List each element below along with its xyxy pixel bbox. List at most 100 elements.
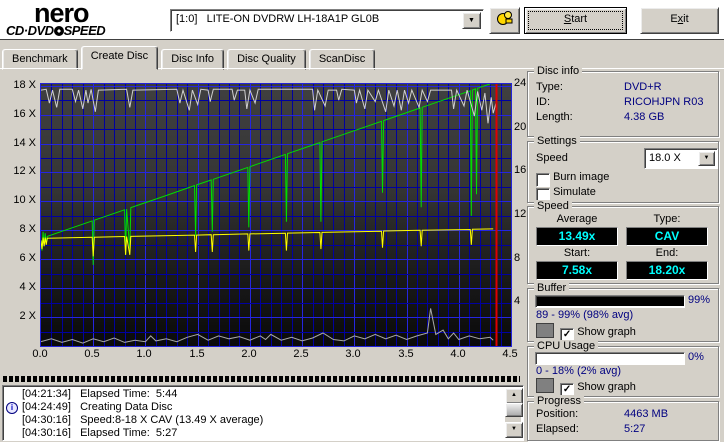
elapsed-label: Elapsed: (536, 423, 579, 435)
cpu-percent: 0% (688, 351, 704, 363)
burn-tool-button[interactable] (489, 7, 520, 34)
log-text: [04:21:34] Elapsed Time: 5:44 (22, 388, 178, 400)
left-axis-tick: 18 X (13, 79, 36, 91)
progress-title: Progress (534, 395, 585, 407)
simulate-label: Simulate (553, 186, 596, 198)
speed-type-display: CAV (626, 227, 708, 246)
buffer-group: Buffer 99% 89 - 99% (98% avg) ✓ Show gra… (527, 282, 719, 342)
type-label: Type: (653, 213, 681, 225)
buffer-range: 89 - 99% (98% avg) (536, 309, 634, 321)
info-icon: i (6, 402, 18, 414)
tab-disc-quality[interactable]: Disc Quality (227, 49, 306, 70)
disc-length-value: 4.38 GB (624, 111, 665, 123)
log-rows: [04:21:34] Elapsed Time: 5:44 i [04:24:49]… (5, 388, 505, 438)
tab-create-disc[interactable]: Create Disc (80, 46, 159, 70)
cpu-color-swatch[interactable] (536, 378, 554, 393)
speed-group: Speed Average Type: 13.49x CAV Start: En… (527, 200, 719, 284)
x-axis-tick: 4.0 (450, 348, 466, 360)
buffer-color-swatch[interactable] (536, 323, 554, 338)
drive-select[interactable]: [1:0] LITE-ON DVDRW LH-18A1P GL0B ▼ (170, 9, 484, 32)
buffer-bar-fill (537, 297, 684, 306)
left-axis-tick: 4 X (19, 281, 36, 293)
start-speed-display: 7.58x (536, 261, 618, 280)
settings-title: Settings (534, 135, 580, 147)
disc-length-label: Length: (536, 111, 573, 123)
x-axis-tick: 4.5 (502, 348, 518, 360)
tab-benchmark[interactable]: Benchmark (2, 49, 78, 70)
progress-group: Progress Position: 4463 MB Elapsed: 5:27 (527, 395, 719, 441)
app-window: nero CD·DVD SPEED [1:0] LITE-ON DVDRW LH-… (0, 0, 724, 441)
x-axis-tick: 0.5 (84, 348, 100, 360)
x-axis-tick: 3.0 (345, 348, 361, 360)
buffer-bar (535, 295, 685, 308)
average-label: Average (556, 213, 598, 225)
cpu-show-graph-label: Show graph (577, 381, 636, 393)
chart-canvas (41, 84, 511, 346)
x-axis-tick: 1.0 (136, 348, 152, 360)
focus-rectangle (528, 11, 623, 30)
position-value: 4463 MB (624, 408, 669, 420)
burn-tool-icon (496, 11, 512, 25)
start-label: Start: (563, 247, 591, 259)
chevron-down-icon[interactable]: ▼ (462, 12, 481, 29)
speed-chart (40, 83, 512, 347)
nero-logo: nero CD·DVD SPEED (6, 0, 136, 37)
speed-select[interactable]: 18.0 X ▼ (644, 148, 718, 169)
disc-id-label: ID: (536, 96, 551, 108)
drive-select-value: [1:0] LITE-ON DVDRW LH-18A1P GL0B (176, 13, 380, 25)
left-axis-tick: 2 X (19, 310, 36, 322)
log-row: [04:30:16] Elapsed Time: 5:27 (5, 427, 505, 438)
position-label: Position: (536, 408, 579, 420)
cpu-bar (535, 352, 685, 365)
scroll-up-icon[interactable]: ▲ (505, 388, 523, 404)
speed-setting-label: Speed (536, 152, 568, 164)
left-axis-tick: 6 X (19, 252, 36, 264)
cpu-range: 0 - 18% (2% avg) (536, 365, 621, 377)
disc-info-title: Disc info (534, 65, 583, 77)
log-row: i [04:24:49] Creating Data Disc (5, 401, 505, 414)
disc-type-value: DVD+R (624, 81, 662, 93)
exit-button[interactable]: Exit (640, 7, 719, 34)
log-text: [04:24:49] Creating Data Disc (22, 401, 173, 413)
x-axis-tick: 2.0 (241, 348, 257, 360)
tab-bar: Benchmark Create Disc Disc Info Disc Qua… (2, 46, 376, 70)
elapsed-value: 5:27 (624, 423, 646, 435)
left-axis-tick: 16 X (13, 108, 36, 120)
end-speed-display: 18.20x (626, 261, 708, 280)
log-row: [04:21:34] Elapsed Time: 5:44 (5, 388, 505, 401)
settings-group: Settings Speed 18.0 X ▼ ✓ Burn image ✓ S… (527, 135, 719, 203)
x-axis-tick: 2.5 (293, 348, 309, 360)
disc-id-value: RICOHJPN R03 (624, 96, 704, 108)
cpu-title: CPU Usage (534, 340, 599, 352)
buffer-title: Buffer (534, 282, 570, 294)
left-axis-tick: 8 X (19, 223, 36, 235)
burn-progress-bar (3, 376, 520, 382)
x-axis-tick: 3.5 (398, 348, 414, 360)
log-text: [04:30:16] Elapsed Time: 5:27 (22, 427, 178, 438)
burn-image-label: Burn image (553, 171, 610, 183)
tab-scandisc[interactable]: ScanDisc (308, 49, 376, 70)
scroll-down-icon[interactable]: ▼ (505, 422, 523, 438)
log-row: [04:30:16] Speed:8-18 X CAV (13.49 X ave… (5, 414, 505, 427)
scrollbar-thumb[interactable] (505, 403, 523, 417)
log-scrollbar[interactable]: ▲ ▼ (505, 388, 523, 438)
x-axis-tick: 0.0 (32, 348, 48, 360)
cpu-group: CPU Usage 0% 0 - 18% (2% avg) ✓ Show gra… (527, 340, 719, 397)
x-axis-tick: 1.5 (189, 348, 205, 360)
log-panel: [04:21:34] Elapsed Time: 5:44 i [04:24:49]… (2, 385, 524, 441)
start-button[interactable]: Start (524, 7, 627, 34)
disc-icon (53, 26, 64, 36)
buffer-show-graph-label: Show graph (577, 326, 636, 338)
disc-type-label: Type: (536, 81, 563, 93)
header-bar: nero CD·DVD SPEED [1:0] LITE-ON DVDRW LH-… (0, 0, 724, 40)
speed-title: Speed (534, 200, 572, 212)
left-axis-tick: 10 X (13, 194, 36, 206)
disc-info-group: Disc info Type: DVD+R ID: RICOHJPN R03 Len… (527, 65, 719, 137)
logo-title: nero (34, 0, 90, 28)
buffer-percent: 99% (688, 294, 711, 306)
chevron-down-icon[interactable]: ▼ (698, 151, 715, 166)
left-axis-tick: 14 X (13, 137, 36, 149)
tab-disc-info[interactable]: Disc Info (161, 49, 225, 70)
end-label: End: (655, 247, 679, 259)
speed-select-value: 18.0 X (649, 152, 681, 164)
